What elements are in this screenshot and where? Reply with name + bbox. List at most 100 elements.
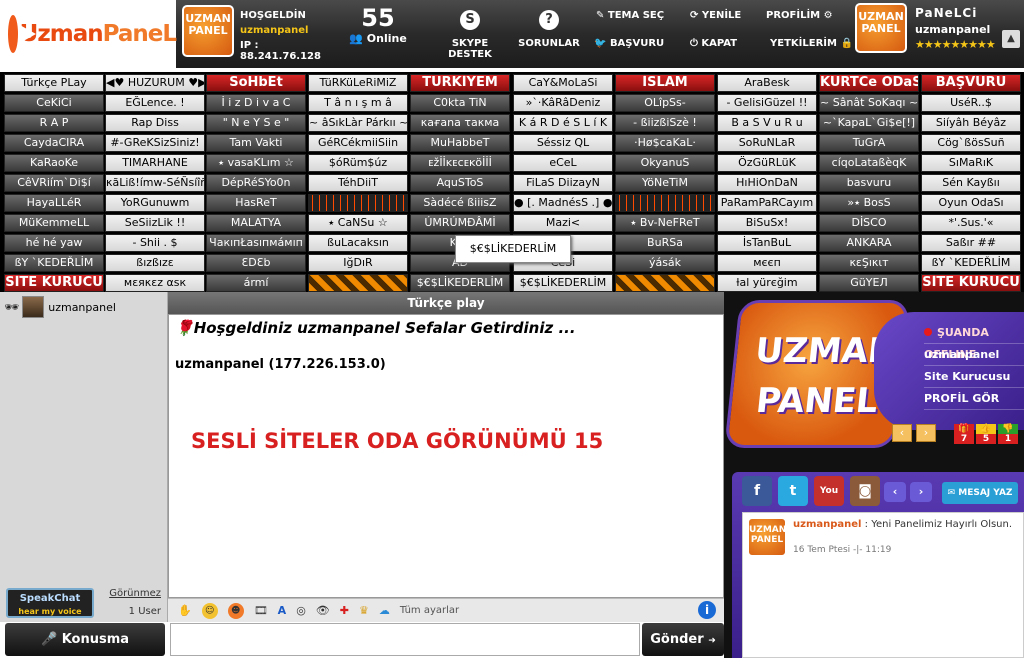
room-button[interactable]: MuHabbeT — [410, 134, 510, 152]
room-button[interactable]: YöNeTiM — [615, 174, 715, 192]
room-button[interactable]: ÚMRÚMĐÂMİ — [410, 214, 510, 232]
room-button[interactable]: AraBesk — [717, 74, 817, 92]
room-button[interactable]: " N e Y S e " — [206, 114, 306, 132]
next-icon[interactable]: › — [910, 482, 932, 502]
room-button[interactable]: κεŞıκιт — [819, 254, 919, 272]
room-button[interactable]: T â n ı ş m â — [308, 94, 408, 112]
room-button[interactable]: cíqoLataßèqK — [819, 154, 919, 172]
smiley-icon[interactable]: ☺ — [201, 602, 218, 619]
room-button[interactable]: SİTE KURUCU — [921, 274, 1021, 292]
room-button[interactable]: TéhDiiT — [308, 174, 408, 192]
room-button[interactable]: ◀♥ HUZURUM ♥▶ — [105, 74, 205, 92]
font-icon[interactable]: A — [278, 604, 287, 617]
room-button[interactable]: ßY `KEDEŘLİM — [921, 254, 1021, 272]
my-profile-button[interactable]: PROFİLİM ⚙ — [766, 10, 833, 21]
room-button[interactable]: MALATYA — [206, 214, 306, 232]
room-button[interactable]: κaғana τaκмa — [410, 114, 510, 132]
room-button[interactable]: Cög`ßösSuñ — [921, 134, 1021, 152]
trophy-icon[interactable]: ♛ — [359, 604, 369, 617]
room-button[interactable]: #-GReKSizSiniz! — [105, 134, 205, 152]
room-button[interactable]: *'.Sus.'« — [921, 214, 1021, 232]
room-button[interactable]: ýásák — [615, 254, 715, 272]
block-icon[interactable]: ✚ — [340, 604, 349, 617]
room-button[interactable]: CaY&MoLaSi — [513, 74, 613, 92]
room-button[interactable]: OLîpSs- — [615, 94, 715, 112]
hand-icon[interactable]: ✋ — [178, 604, 192, 617]
room-button[interactable]: C0kta TiN — [410, 94, 510, 112]
room-button[interactable]: »`·KâRâDeniz — [513, 94, 613, 112]
room-button[interactable]: ƚal yürєğim — [717, 274, 817, 292]
twitter-icon[interactable]: t — [778, 476, 808, 506]
room-button[interactable]: BuRSa — [615, 234, 715, 252]
room-button[interactable]: мєєп — [717, 254, 817, 272]
room-button[interactable]: ЧaкıпŁasıпмáмıп — [206, 234, 306, 252]
room-button[interactable]: MüKemmeLL — [4, 214, 104, 232]
room-button[interactable]: hé hé yaw — [4, 234, 104, 252]
room-button[interactable]: basvuru — [819, 174, 919, 192]
room-button[interactable]: KÜRTCe ODaSi — [819, 74, 919, 92]
site-logo[interactable]: UzmanPaneL — [0, 0, 177, 68]
profile-username[interactable]: uzmanpanel — [924, 344, 1024, 366]
room-button[interactable]: K á R D é S L í K — [513, 114, 613, 132]
room-button[interactable]: İSLAM — [615, 74, 715, 92]
film-icon[interactable]: 🎞 — [254, 604, 268, 617]
collapse-up-icon[interactable]: ▲ — [1002, 30, 1020, 48]
room-button[interactable]: İ i z D i v a C — [206, 94, 306, 112]
send-button[interactable]: Gönder ➜ — [642, 623, 724, 656]
room-button[interactable]: UséR..$ — [921, 94, 1021, 112]
view-profile-link[interactable]: PROFİL GÖR — [924, 388, 1024, 410]
my-permissions-button[interactable]: YETKİLERİM 🔒 — [770, 38, 853, 49]
room-button[interactable]: ßuLacaksın — [308, 234, 408, 252]
room-button[interactable]: $óRüm$úz — [308, 154, 408, 172]
room-button[interactable]: SeSiizLik !! — [105, 214, 205, 232]
room-button[interactable]: DépRéSYo0n — [206, 174, 306, 192]
room-button[interactable]: TuGrA — [819, 134, 919, 152]
room-button[interactable]: HıHiOnDaN — [717, 174, 817, 192]
prev-icon[interactable]: ‹ — [884, 482, 906, 502]
dislike-vote[interactable]: 👎 1 — [998, 424, 1018, 454]
ring-icon[interactable]: ◎ — [296, 604, 306, 617]
close-button[interactable]: ⏻ KAPAT — [690, 38, 737, 49]
room-button[interactable]: Oyun OdaSı — [921, 194, 1021, 212]
room-button[interactable]: Türkçe PLay — [4, 74, 104, 92]
panel-user[interactable]: UZMAN PANEL PaNeLCi uzmanpanel ★★★★★★★★★ — [853, 0, 1024, 68]
room-button[interactable]: HayaLLéR — [4, 194, 104, 212]
talk-button[interactable]: 🎤 Konusma — [5, 623, 165, 656]
room-button[interactable]: ƐDƐb — [206, 254, 306, 272]
room-button[interactable]: ٭ Bv-NeFReT — [615, 214, 715, 232]
room-button[interactable]: Mazi< — [513, 214, 613, 232]
room-button[interactable]: ٭ CaNSu ☆ — [308, 214, 408, 232]
room-button[interactable]: TüRKüLeRiMiZ — [308, 74, 408, 92]
room-button[interactable]: TÜRKİYEM — [410, 74, 510, 92]
status-select[interactable]: Görünmez — [109, 588, 161, 599]
info-icon[interactable]: i — [698, 601, 716, 619]
room-button[interactable] — [615, 274, 715, 292]
room-button[interactable]: - Shii . $ — [105, 234, 205, 252]
room-button[interactable]: İsTanBuL — [717, 234, 817, 252]
room-button[interactable]: ~ âSıkLàr Párkıı ~ — [308, 114, 408, 132]
room-button[interactable]: SoRuNLaR — [717, 134, 817, 152]
room-button[interactable]: »٭ BosS — [819, 194, 919, 212]
room-button[interactable] — [308, 194, 408, 212]
room-button[interactable]: ٭ vasaKLım ☆ — [206, 154, 306, 172]
room-button[interactable]: ᴇžİİᴋᴇᴄᴇᴋöİİİ — [410, 154, 510, 172]
room-button[interactable]: OkyanuS — [615, 154, 715, 172]
youtube-icon[interactable]: You — [814, 476, 844, 506]
room-button[interactable]: PaRamPaRCayım — [717, 194, 817, 212]
room-button[interactable]: CêVRiím`Di$í — [4, 174, 104, 192]
prev-arrow-icon[interactable]: ‹ — [892, 424, 912, 442]
room-button[interactable]: ßY `KEDEŘLİM — [4, 254, 104, 272]
room-button[interactable]: BiSuSx! — [717, 214, 817, 232]
message-input[interactable] — [170, 623, 640, 656]
room-button[interactable]: Séssiz QL — [513, 134, 613, 152]
write-message-button[interactable]: ✉ MESAJ YAZ — [942, 482, 1018, 504]
room-button[interactable]: мεяκεz αѕк — [105, 274, 205, 292]
room-button[interactable]: ·Hø$caKaL· — [615, 134, 715, 152]
next-arrow-icon[interactable]: › — [916, 424, 936, 442]
room-button[interactable]: ÖzGüRLüK — [717, 154, 817, 172]
room-button[interactable]: EĞLence. ! — [105, 94, 205, 112]
room-button[interactable]: Sén Kayßıı — [921, 174, 1021, 192]
room-button[interactable]: FiLaS DiizayN — [513, 174, 613, 192]
room-button[interactable]: AquSToS — [410, 174, 510, 192]
room-button[interactable]: SİTE KURUCU — [4, 274, 104, 292]
